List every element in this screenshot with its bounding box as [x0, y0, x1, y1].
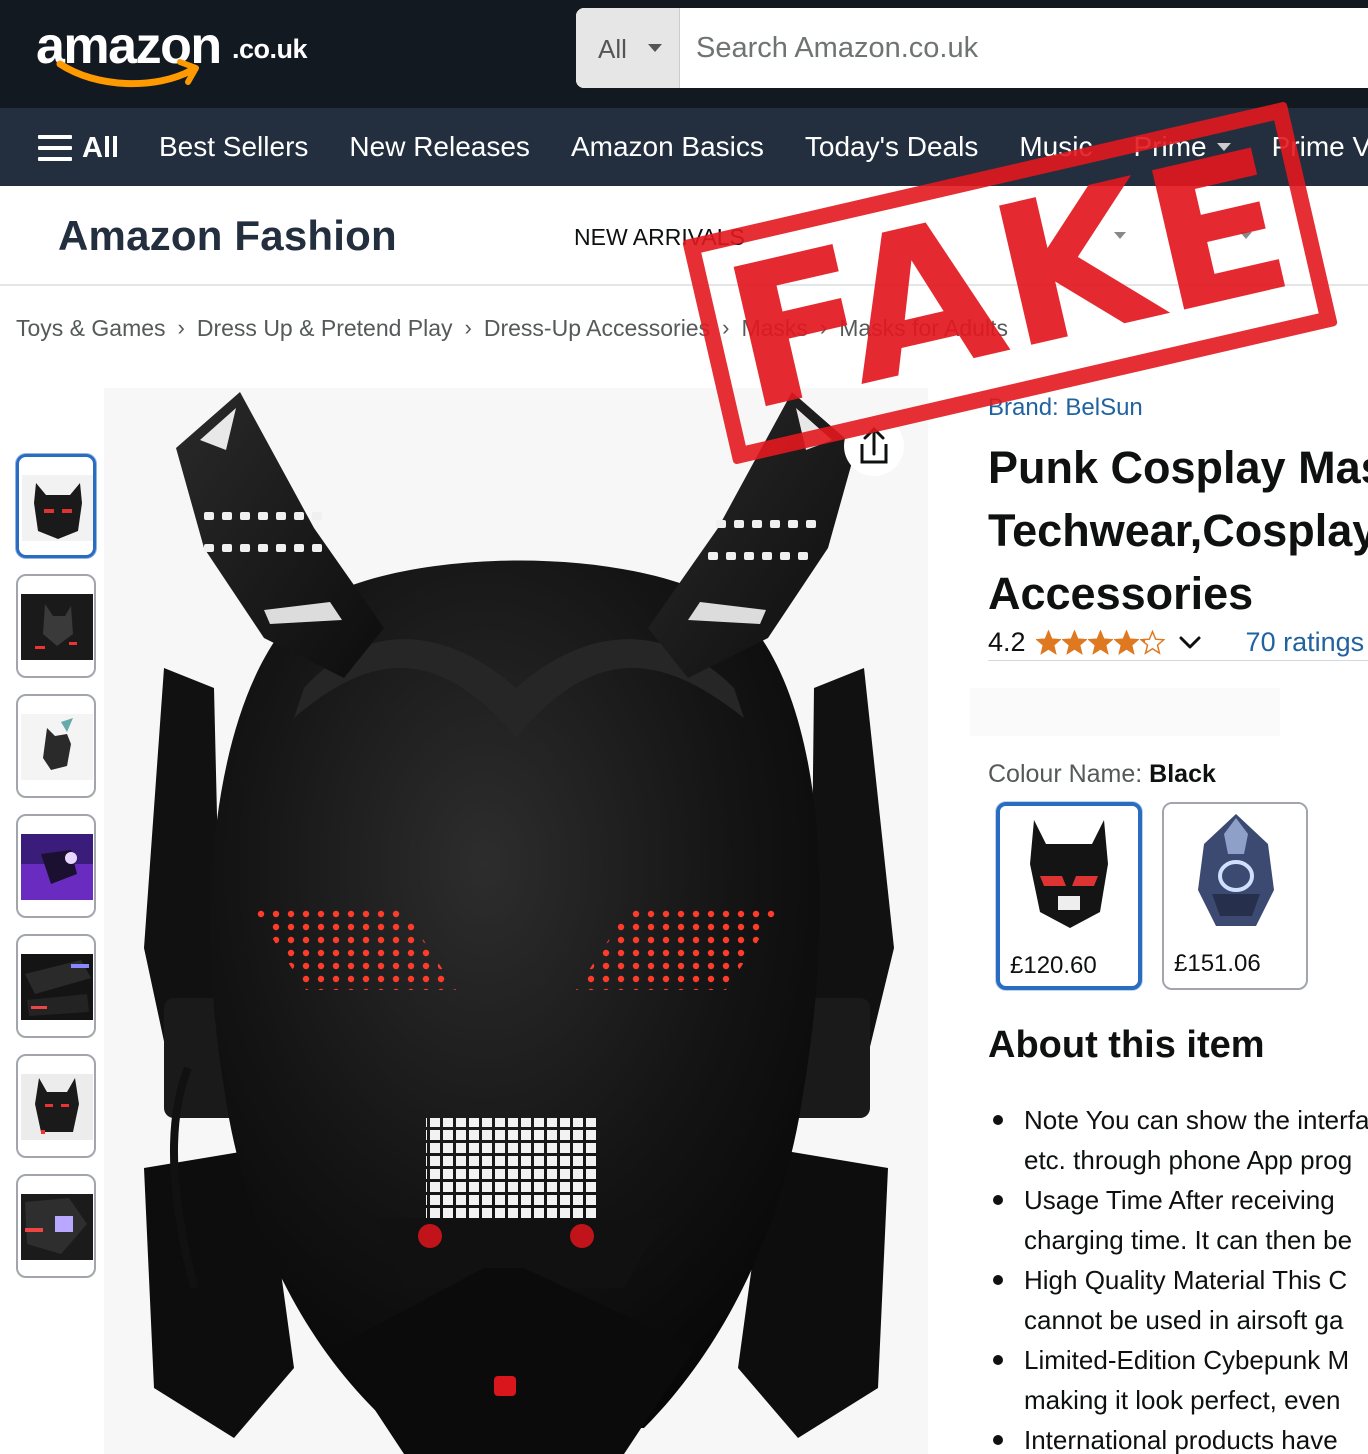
thumbnail-2[interactable]	[16, 574, 96, 678]
caret-down-icon	[1216, 143, 1231, 151]
rating-value: 4.2	[988, 626, 1026, 657]
star-icon	[1087, 629, 1113, 655]
logo-smile-icon	[56, 59, 199, 88]
promo-placeholder	[970, 688, 1280, 736]
breadcrumb-item[interactable]: Masks for Adults	[839, 315, 1008, 342]
chevron-right-icon: ›	[464, 315, 472, 340]
bullet-text: Usage Time After receiving	[1024, 1185, 1335, 1215]
nav-music[interactable]: Music	[1019, 131, 1092, 163]
black-mask-swatch-image	[1000, 806, 1138, 942]
breadcrumb-item[interactable]: Toys & Games	[16, 315, 166, 342]
bullet-icon	[993, 1115, 1003, 1125]
bullet-text: charging time. It can then be	[1024, 1225, 1353, 1255]
mask-thumbnail-image	[21, 1074, 93, 1140]
bullet-text: making it look perfect, even	[1024, 1385, 1341, 1415]
breadcrumb: Toys & Games › Dress Up & Pretend Play ›…	[16, 312, 1008, 344]
main-product-image[interactable]	[104, 388, 928, 1454]
caret-down-icon[interactable]	[1114, 232, 1126, 239]
mask-thumbnail-image	[21, 954, 93, 1020]
colour-swatch-blue[interactable]: £151.06	[1162, 802, 1308, 990]
star-icon	[1061, 629, 1087, 655]
star-rating[interactable]	[1035, 629, 1166, 655]
fashion-new-arrivals[interactable]: NEW ARRIVALS	[574, 224, 745, 251]
product-title-line: Punk Cosplay Mask	[988, 442, 1368, 493]
bullet-icon	[993, 1435, 1003, 1445]
ratings-count-link[interactable]: 70 ratings	[1246, 627, 1365, 658]
breadcrumb-item[interactable]: Masks	[741, 315, 807, 342]
search-category-label: All	[598, 34, 627, 64]
cyberpunk-mask-image	[104, 388, 928, 1454]
share-icon	[860, 427, 888, 464]
mask-thumbnail-image	[21, 714, 93, 780]
thumbnail-6[interactable]	[16, 1054, 96, 1158]
chevron-right-icon: ›	[177, 315, 185, 340]
bullet-icon	[993, 1195, 1003, 1205]
divider	[988, 660, 1368, 661]
nav-amazon-basics[interactable]: Amazon Basics	[571, 131, 764, 163]
colour-value: Black	[1149, 760, 1216, 788]
main-nav: All Best Sellers New Releases Amazon Bas…	[0, 108, 1368, 186]
chevron-right-icon: ›	[722, 315, 730, 340]
nav-prime-label: Prime	[1133, 131, 1207, 162]
search-input[interactable]	[680, 8, 1368, 88]
nav-all-menu-button[interactable]: All	[38, 130, 119, 166]
fashion-store-title[interactable]: Amazon Fashion	[58, 212, 397, 260]
product-title: Punk Cosplay Mask Techwear,Cosplay Acces…	[988, 436, 1368, 625]
brand-link[interactable]: Brand: BelSun	[988, 394, 1143, 422]
bullet-text: International products have	[1024, 1425, 1338, 1454]
nav-todays-deals[interactable]: Today's Deals	[805, 131, 978, 163]
nav-all-label: All	[82, 131, 120, 164]
star-icon	[1113, 629, 1139, 655]
mask-thumbnail-image	[21, 1194, 93, 1260]
swatch-image	[1164, 804, 1306, 940]
colour-label-prefix: Colour Name:	[988, 760, 1150, 788]
swatch-price: £151.06	[1174, 950, 1261, 977]
bullet-text: etc. through phone App prog	[1024, 1145, 1353, 1175]
thumbnail-4[interactable]	[16, 814, 96, 918]
colour-label: Colour Name: Black	[988, 760, 1216, 789]
search-bar: All	[576, 8, 1368, 88]
product-title-line: Accessories	[988, 568, 1254, 619]
nav-new-releases[interactable]: New Releases	[349, 131, 530, 163]
about-this-item-heading: About this item	[988, 1024, 1265, 1066]
nav-best-sellers[interactable]: Best Sellers	[159, 131, 308, 163]
share-button[interactable]	[844, 416, 904, 476]
breadcrumb-item[interactable]: Dress Up & Pretend Play	[197, 315, 453, 342]
logo-domain: .co.uk	[232, 34, 308, 64]
star-icon	[1139, 629, 1165, 655]
bullet-icon	[993, 1355, 1003, 1365]
bullet-text: Note You can show the interface	[1024, 1105, 1368, 1135]
product-title-line: Techwear,Cosplay	[988, 505, 1368, 556]
nav-prime[interactable]: Prime	[1133, 131, 1231, 163]
caret-down-icon[interactable]	[1240, 232, 1252, 239]
hamburger-menu-icon	[38, 135, 72, 161]
nav-links: Best Sellers New Releases Amazon Basics …	[159, 108, 1368, 186]
bullet-icon	[993, 1275, 1003, 1285]
mask-thumbnail-image	[22, 475, 93, 541]
colour-swatch-black[interactable]: £120.60	[996, 802, 1142, 990]
fashion-subnav: Amazon Fashion NEW ARRIVALS	[0, 186, 1368, 286]
bullet-text: High Quality Material This C	[1024, 1265, 1348, 1295]
mask-thumbnail-image	[21, 834, 93, 900]
star-icon	[1035, 629, 1061, 655]
thumbnail-5[interactable]	[16, 934, 96, 1038]
thumbnail-7[interactable]	[16, 1174, 96, 1278]
bullet-text: Limited-Edition Cybepunk M	[1024, 1345, 1350, 1375]
rating-row: 4.2 70 ratings	[988, 622, 1368, 662]
search-category-dropdown[interactable]: All	[576, 8, 680, 88]
chevron-right-icon: ›	[819, 315, 828, 340]
mask-thumbnail-image	[21, 594, 93, 660]
swatch-price: £120.60	[1010, 952, 1097, 979]
top-header: amazon .co.uk All	[0, 0, 1368, 108]
breadcrumb-item[interactable]: Dress-Up Accessories	[484, 315, 710, 342]
swatch-image	[1000, 806, 1138, 942]
bullet-text: cannot be used in airsoft ga	[1024, 1305, 1344, 1335]
thumbnail-3[interactable]	[16, 694, 96, 798]
chevron-down-icon[interactable]	[1178, 630, 1202, 654]
nav-prime-video[interactable]: Prime Video	[1272, 131, 1368, 163]
blue-mask-swatch-image	[1164, 804, 1306, 940]
thumbnail-1[interactable]	[16, 454, 96, 558]
caret-down-icon	[648, 44, 662, 52]
amazon-logo[interactable]: amazon .co.uk	[36, 10, 326, 96]
